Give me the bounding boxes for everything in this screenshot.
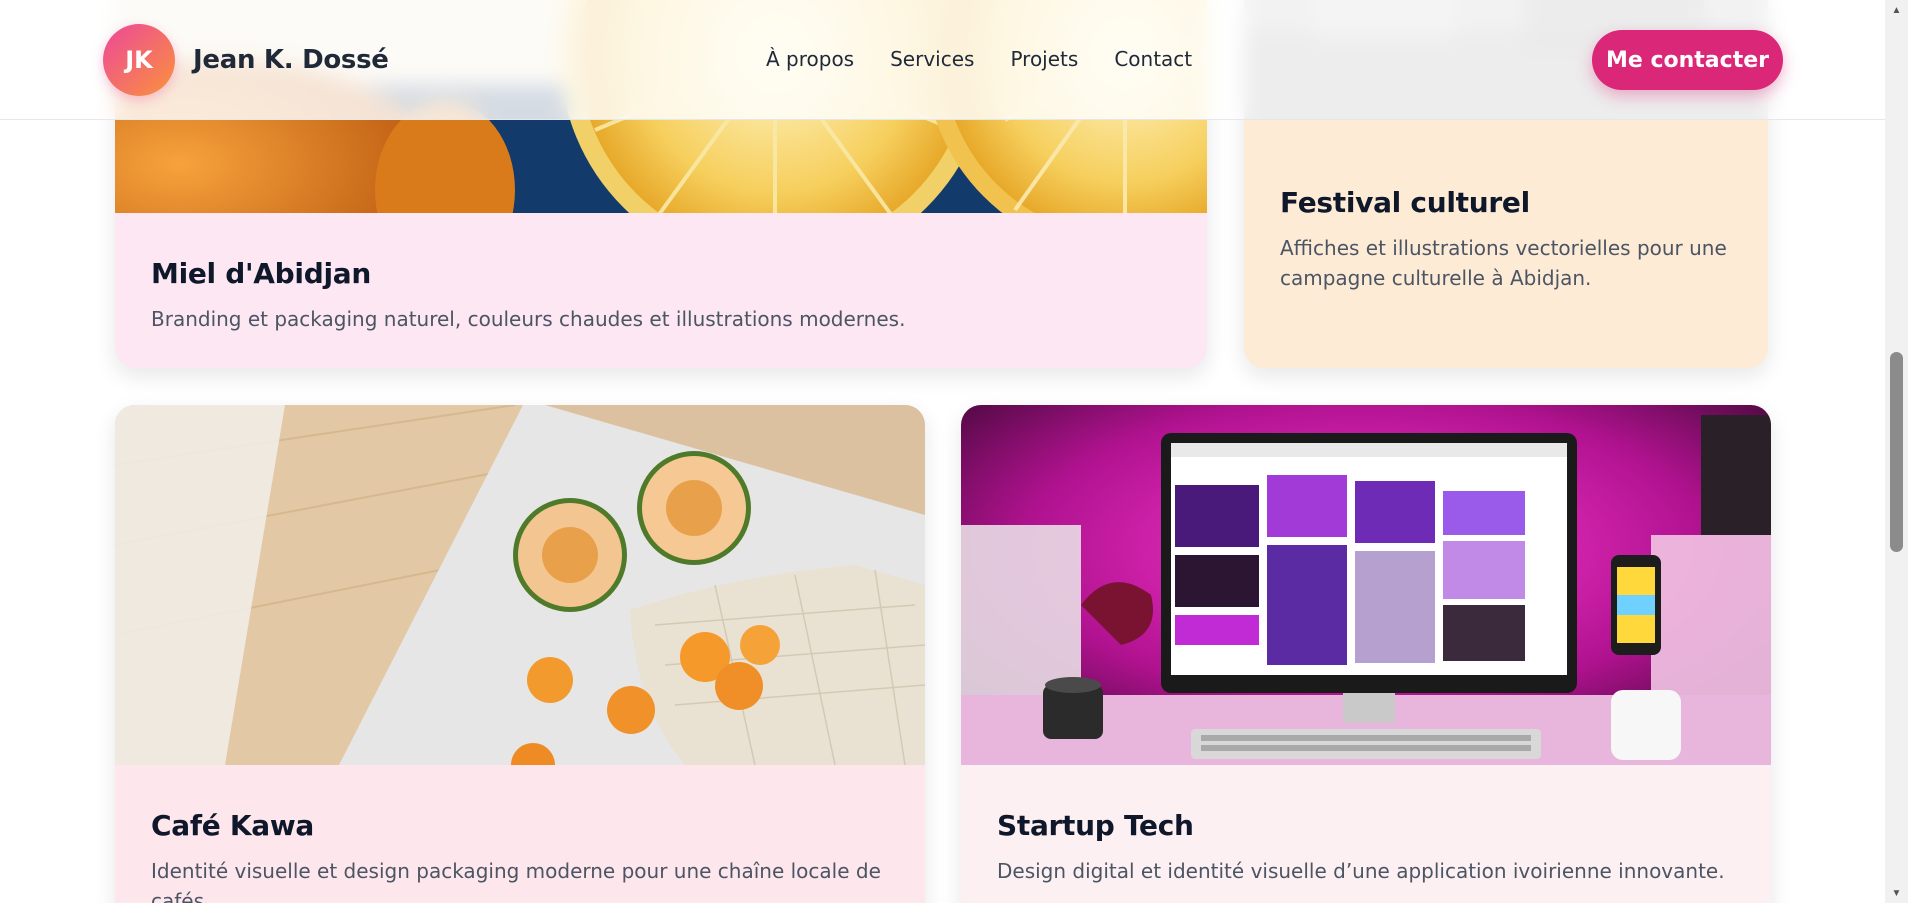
contact-me-button[interactable]: Me contacter <box>1592 30 1783 90</box>
site-header: JK Jean K. Dossé À propos Services Proje… <box>0 0 1885 120</box>
project-image-melons-apricots <box>115 405 925 765</box>
brand-name: Jean K. Dossé <box>193 45 389 75</box>
project-title: Startup Tech <box>997 809 1194 842</box>
scrollbar-thumb[interactable] <box>1890 352 1903 552</box>
project-description: Identité visuelle et design packaging mo… <box>151 859 881 903</box>
project-card-body: Startup Tech Design digital et identité … <box>961 765 1771 903</box>
project-title: Festival culturel <box>1280 186 1530 219</box>
project-card-body: Café Kawa Identité visuelle et design pa… <box>115 765 925 903</box>
avatar: JK <box>103 24 175 96</box>
project-image-desktop-setup <box>961 405 1771 765</box>
scroll-up-arrow-icon[interactable]: ▲ <box>1885 0 1908 20</box>
brand[interactable]: JK Jean K. Dossé <box>103 24 389 96</box>
nav-link-a-propos[interactable]: À propos <box>766 47 854 71</box>
nav-link-services[interactable]: Services <box>890 47 974 71</box>
project-card-body: Miel d'Abidjan Branding et packaging nat… <box>115 213 1207 368</box>
project-description: Design digital et identité visuelle d’un… <box>997 859 1725 883</box>
vertical-scrollbar[interactable]: ▲ ▼ <box>1885 0 1908 903</box>
scroll-down-arrow-icon[interactable]: ▼ <box>1885 883 1908 903</box>
project-card-startup-tech[interactable]: Startup Tech Design digital et identité … <box>961 405 1771 903</box>
project-card-cafe-kawa[interactable]: Café Kawa Identité visuelle et design pa… <box>115 405 925 903</box>
project-description: Affiches et illustrations vectorielles p… <box>1280 236 1727 290</box>
main-nav: À propos Services Projets Contact <box>766 47 1192 71</box>
page-viewport: Miel d'Abidjan Branding et packaging nat… <box>0 0 1885 903</box>
nav-link-projets[interactable]: Projets <box>1010 47 1078 71</box>
project-title: Miel d'Abidjan <box>151 257 371 290</box>
project-title: Café Kawa <box>151 809 315 842</box>
project-card-body: Festival culturel Affiches et illustrati… <box>1244 120 1768 368</box>
nav-link-contact[interactable]: Contact <box>1114 47 1192 71</box>
project-description: Branding et packaging naturel, couleurs … <box>151 307 906 331</box>
